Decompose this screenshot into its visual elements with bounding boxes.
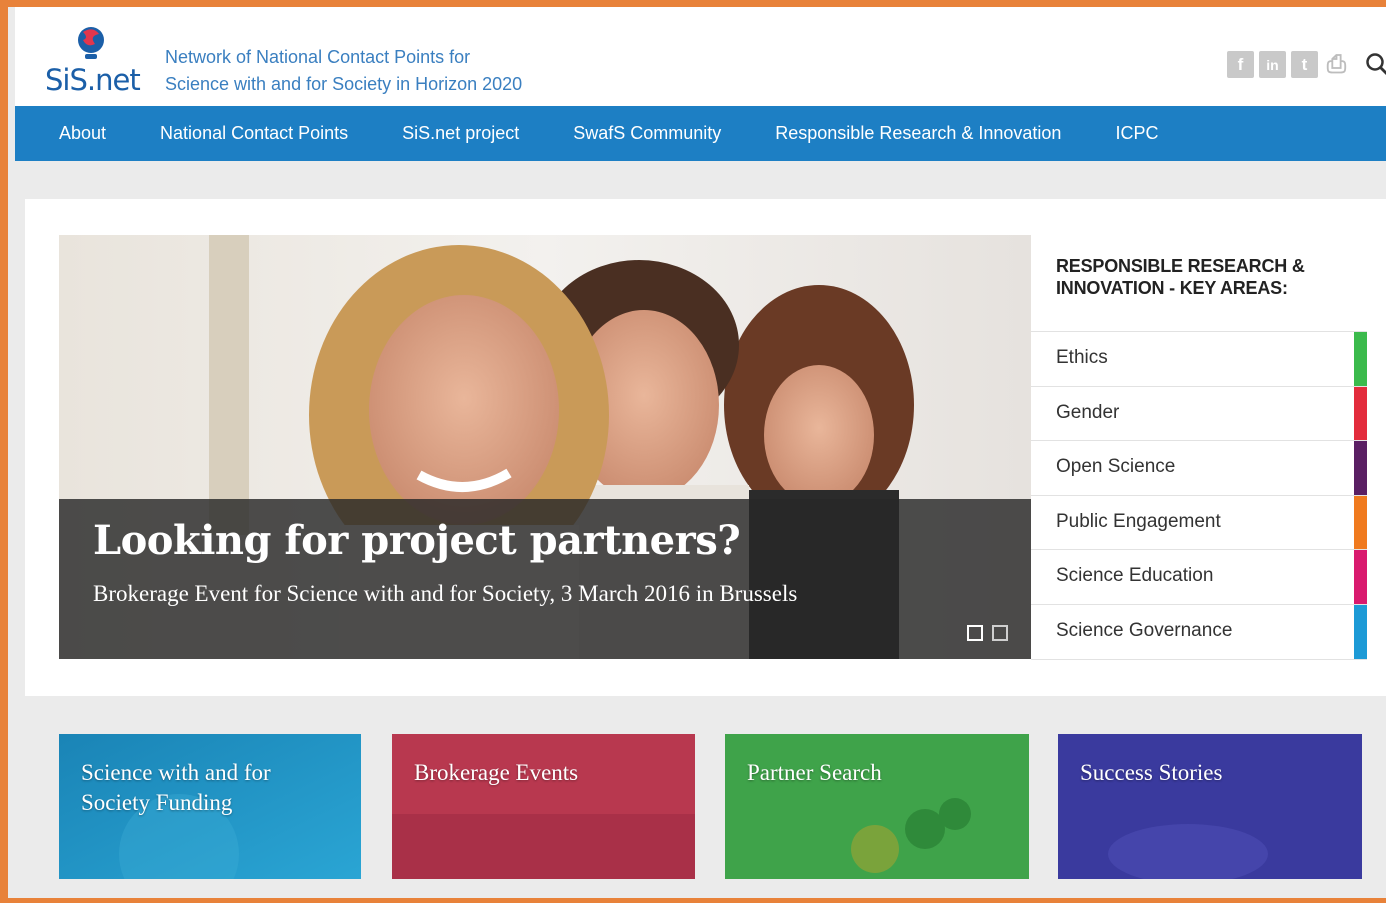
rri-item-science-education[interactable]: Science Education (1031, 550, 1367, 605)
rri-color-bar (1354, 495, 1367, 550)
slide-dot-2[interactable] (992, 625, 1008, 641)
rri-item-label: Open Science (1056, 456, 1176, 478)
tagline-line-2: Science with and for Society in Horizon … (165, 74, 523, 94)
nav-item-sis-net-project[interactable]: SiS.net project (402, 123, 519, 144)
twitter-icon[interactable]: t (1291, 51, 1318, 78)
rri-item-label: Public Engagement (1056, 510, 1221, 532)
tile-success-stories[interactable]: Success Stories (1058, 734, 1362, 879)
tile-brokerage-title: Brokerage Events (414, 760, 579, 785)
rri-item-science-governance[interactable]: Science Governance (1031, 604, 1367, 660)
tile-funding-title: Science with and for Society Funding (81, 758, 271, 818)
rri-item-gender[interactable]: Gender (1031, 386, 1367, 442)
site-logo[interactable]: SiS.net (45, 17, 145, 97)
facebook-icon[interactable]: f (1227, 51, 1254, 78)
rri-color-bar (1354, 604, 1367, 659)
tile-background (392, 734, 695, 879)
nav-item-icpc[interactable]: ICPC (1115, 123, 1158, 144)
rri-color-bar (1354, 441, 1367, 495)
rri-item-open-science[interactable]: Open Science (1031, 441, 1367, 496)
search-icon[interactable] (1365, 52, 1386, 78)
hero-headline[interactable]: Looking for project partners? (93, 517, 741, 564)
rri-item-label: Science Governance (1056, 619, 1233, 641)
rri-key-areas: RESPONSIBLE RESEARCH & INNOVATION - KEY … (1031, 235, 1367, 660)
rri-list: Ethics Gender Open Science Public Engage… (1031, 331, 1367, 660)
tile-success-stories-title: Success Stories (1080, 760, 1223, 785)
rri-item-ethics[interactable]: Ethics (1031, 332, 1367, 387)
nav-item-national-contact-points[interactable]: National Contact Points (160, 123, 348, 144)
rri-item-label: Science Education (1056, 565, 1214, 587)
rri-item-label: Gender (1056, 401, 1120, 423)
featured-panel: Looking for project partners? Brokerage … (25, 199, 1386, 696)
slide-dot-1[interactable] (967, 625, 983, 641)
tile-partner-search-title: Partner Search (747, 760, 882, 785)
rri-title-line-1: RESPONSIBLE RESEARCH & (1056, 256, 1305, 276)
site-tagline: Network of National Contact Points for S… (165, 44, 522, 98)
rri-color-bar (1354, 332, 1367, 386)
rri-title-line-2: INNOVATION - KEY AREAS: (1056, 278, 1288, 298)
social-links: f in t ⎙ (1227, 51, 1350, 78)
tile-background (725, 734, 1029, 879)
linkedin-icon[interactable]: in (1259, 51, 1286, 78)
slider-pagination (967, 625, 1008, 641)
nav-item-about[interactable]: About (59, 123, 106, 144)
tagline-line-1: Network of National Contact Points for (165, 47, 471, 67)
rri-title: RESPONSIBLE RESEARCH & INNOVATION - KEY … (1056, 255, 1305, 299)
tile-line-1: Science with and for (81, 760, 271, 785)
tile-line-2: Society Funding (81, 790, 233, 815)
tile-partner-search[interactable]: Partner Search (725, 734, 1029, 879)
rri-item-public-engagement[interactable]: Public Engagement (1031, 495, 1367, 551)
tile-brokerage-events[interactable]: Brokerage Events (392, 734, 695, 879)
hero-subtitle: Brokerage Event for Science with and for… (93, 581, 798, 606)
tile-funding[interactable]: Science with and for Society Funding (59, 734, 361, 879)
tile-background (1058, 734, 1362, 879)
logo-wordmark: SiS.net (45, 63, 141, 97)
rri-item-label: Ethics (1056, 347, 1108, 368)
rri-color-bar (1354, 386, 1367, 441)
site-header: SiS.net Network of National Contact Poin… (15, 7, 1386, 106)
hero-slider[interactable]: Looking for project partners? Brokerage … (59, 235, 1031, 659)
logo-mark-icon (78, 27, 104, 59)
nav-item-swafs-community[interactable]: SwafS Community (573, 123, 721, 144)
hero-caption: Looking for project partners? Brokerage … (59, 499, 1031, 659)
nav-item-rri[interactable]: Responsible Research & Innovation (775, 123, 1061, 144)
page-frame: SiS.net Network of National Contact Poin… (0, 0, 1386, 903)
main-nav: About National Contact Points SiS.net pr… (15, 106, 1386, 161)
rri-color-bar (1354, 550, 1367, 604)
print-icon[interactable]: ⎙ (1323, 51, 1350, 78)
